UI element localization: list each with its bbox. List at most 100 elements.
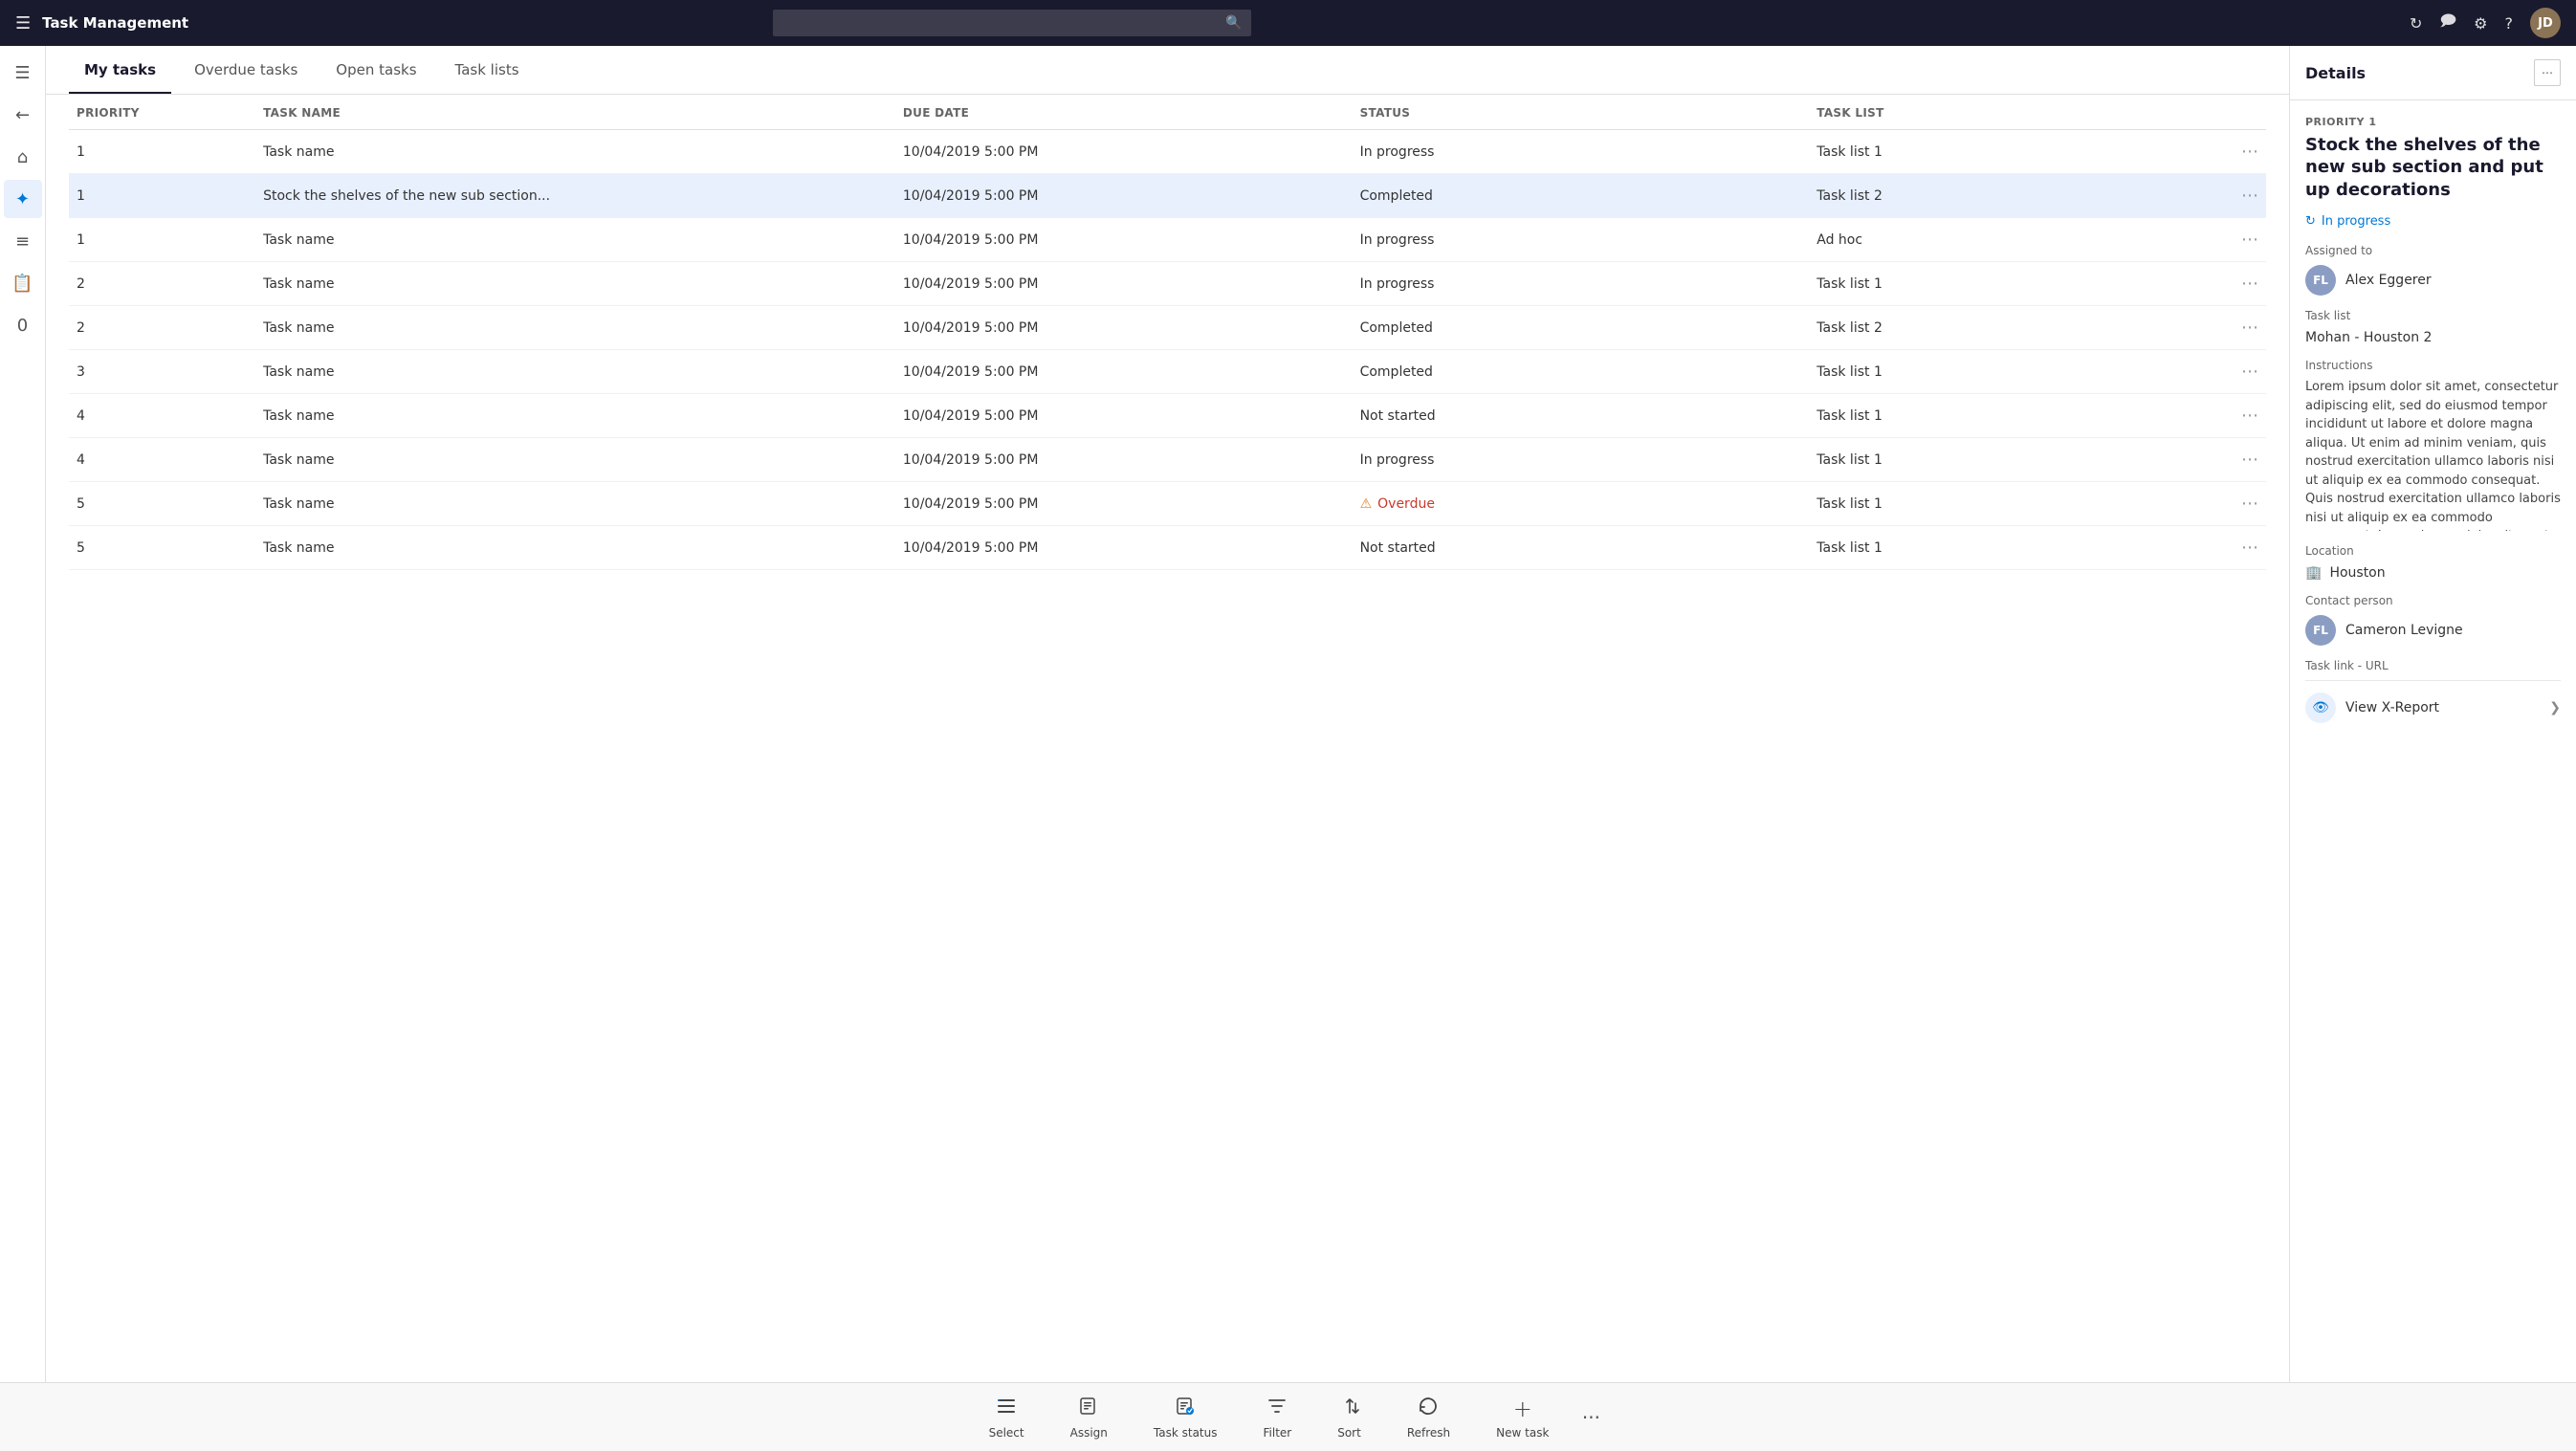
row-task-name: Task name bbox=[255, 306, 895, 350]
row-task-name: Task name bbox=[255, 526, 895, 570]
sidebar-item-list[interactable]: ≡ bbox=[4, 222, 42, 260]
table-wrapper: PRIORITY TASK NAME DUE DATE STATUS TASK … bbox=[46, 95, 2289, 1382]
search-bar: 🔍 bbox=[773, 10, 1251, 36]
row-priority: 1 bbox=[69, 130, 255, 174]
row-menu-button[interactable]: ⋯ bbox=[2241, 494, 2258, 514]
sidebar-item-tasks[interactable]: ✦ bbox=[4, 180, 42, 218]
refresh-label: Refresh bbox=[1407, 1426, 1450, 1440]
row-menu-cell: ⋯ bbox=[2174, 262, 2266, 306]
details-location-value: Houston bbox=[2329, 565, 2385, 581]
topbar: ☰ Task Management 🔍 ↻ 🗩 ⚙ ? JD bbox=[0, 0, 2576, 46]
row-task-list: Task list 2 bbox=[1809, 174, 2174, 218]
details-status-text: In progress bbox=[2322, 214, 2390, 229]
row-status: Completed bbox=[1353, 306, 1810, 350]
row-menu-button[interactable]: ⋯ bbox=[2241, 186, 2258, 206]
new-task-label: New task bbox=[1496, 1426, 1549, 1440]
sidebar-item-home[interactable]: ⌂ bbox=[4, 138, 42, 176]
row-status: ⚠Overdue bbox=[1353, 482, 1810, 526]
main-layout: ☰ ← ⌂ ✦ ≡ 📋 0 My tasks Overdue tasks Ope… bbox=[0, 46, 2576, 1382]
filter-icon bbox=[1266, 1396, 1288, 1422]
toolbar-sort-button[interactable]: Sort bbox=[1314, 1390, 1384, 1445]
row-menu-button[interactable]: ⋯ bbox=[2241, 230, 2258, 250]
row-priority: 4 bbox=[69, 438, 255, 482]
refresh-icon[interactable]: ↻ bbox=[2410, 14, 2422, 33]
toolbar-refresh-button[interactable]: Refresh bbox=[1384, 1390, 1473, 1445]
assignee-name: Alex Eggerer bbox=[2345, 273, 2432, 288]
hamburger-icon[interactable]: ☰ bbox=[15, 13, 31, 33]
row-due-date: 10/04/2019 5:00 PM bbox=[895, 130, 1353, 174]
row-due-date: 10/04/2019 5:00 PM bbox=[895, 394, 1353, 438]
search-icon: 🔍 bbox=[1225, 15, 1242, 31]
row-priority: 5 bbox=[69, 526, 255, 570]
sidebar-item-back[interactable]: ← bbox=[4, 96, 42, 134]
row-menu-button[interactable]: ⋯ bbox=[2241, 274, 2258, 294]
row-menu-button[interactable]: ⋯ bbox=[2241, 450, 2258, 470]
task-status-label: Task status bbox=[1154, 1426, 1218, 1440]
details-collapse-button[interactable]: ⋯ bbox=[2534, 59, 2561, 86]
details-header: Details ⋯ bbox=[2290, 46, 2576, 100]
table-row[interactable]: 4 Task name 10/04/2019 5:00 PM In progre… bbox=[69, 438, 2266, 482]
table-row[interactable]: 1 Stock the shelves of the new sub secti… bbox=[69, 174, 2266, 218]
row-task-list: Task list 2 bbox=[1809, 306, 2174, 350]
help-icon[interactable]: ? bbox=[2504, 14, 2513, 33]
table-row[interactable]: 2 Task name 10/04/2019 5:00 PM In progre… bbox=[69, 262, 2266, 306]
toolbar-select-button[interactable]: Select bbox=[966, 1390, 1047, 1445]
row-task-list: Task list 1 bbox=[1809, 350, 2174, 394]
table-row[interactable]: 2 Task name 10/04/2019 5:00 PM Completed… bbox=[69, 306, 2266, 350]
report-label: View X-Report bbox=[2345, 700, 2439, 715]
badge-number: 0 bbox=[17, 316, 28, 336]
row-menu-button[interactable]: ⋯ bbox=[2241, 142, 2258, 162]
row-priority: 2 bbox=[69, 306, 255, 350]
tab-overdue-tasks[interactable]: Overdue tasks bbox=[179, 46, 313, 94]
toolbar-filter-button[interactable]: Filter bbox=[1241, 1390, 1315, 1445]
row-menu-button[interactable]: ⋯ bbox=[2241, 406, 2258, 426]
table-row[interactable]: 1 Task name 10/04/2019 5:00 PM In progre… bbox=[69, 218, 2266, 262]
chat-icon[interactable]: 🗩 bbox=[2439, 11, 2456, 36]
details-contact-label: Contact person bbox=[2305, 594, 2561, 607]
toolbar-more-button[interactable]: ··· bbox=[1572, 1396, 1610, 1439]
details-body: PRIORITY 1 Stock the shelves of the new … bbox=[2290, 100, 2576, 1382]
row-status: In progress bbox=[1353, 262, 1810, 306]
settings-icon[interactable]: ⚙ bbox=[2474, 14, 2487, 33]
assign-label: Assign bbox=[1070, 1426, 1108, 1440]
row-task-name: Stock the shelves of the new sub section… bbox=[255, 174, 895, 218]
row-due-date: 10/04/2019 5:00 PM bbox=[895, 306, 1353, 350]
avatar[interactable]: JD bbox=[2530, 8, 2561, 38]
filter-label: Filter bbox=[1264, 1426, 1292, 1440]
table-row[interactable]: 3 Task name 10/04/2019 5:00 PM Completed… bbox=[69, 350, 2266, 394]
row-menu-button[interactable]: ⋯ bbox=[2241, 538, 2258, 558]
details-instructions-text: Lorem ipsum dolor sit amet, consectetur … bbox=[2305, 378, 2561, 531]
contact-name: Cameron Levigne bbox=[2345, 623, 2463, 638]
toolbar-task-status-button[interactable]: Task status bbox=[1131, 1390, 1241, 1445]
toolbar-new-task-button[interactable]: + New task bbox=[1473, 1390, 1572, 1445]
sidebar-item-badge[interactable]: 0 bbox=[4, 306, 42, 344]
table-row[interactable]: 5 Task name 10/04/2019 5:00 PM ⚠Overdue … bbox=[69, 482, 2266, 526]
toolbar-assign-button[interactable]: Assign bbox=[1047, 1390, 1131, 1445]
row-menu-cell: ⋯ bbox=[2174, 218, 2266, 262]
row-menu-cell: ⋯ bbox=[2174, 174, 2266, 218]
details-panel: Details ⋯ PRIORITY 1 Stock the shelves o… bbox=[2289, 46, 2576, 1382]
sidebar-item-hamburger[interactable]: ☰ bbox=[4, 54, 42, 92]
col-header-status: STATUS bbox=[1353, 95, 1810, 130]
tab-task-lists[interactable]: Task lists bbox=[440, 46, 535, 94]
row-status: In progress bbox=[1353, 218, 1810, 262]
new-task-icon: + bbox=[1513, 1396, 1532, 1422]
row-menu-button[interactable]: ⋯ bbox=[2241, 318, 2258, 338]
table-row[interactable]: 1 Task name 10/04/2019 5:00 PM In progre… bbox=[69, 130, 2266, 174]
tabs-bar: My tasks Overdue tasks Open tasks Task l… bbox=[46, 46, 2289, 95]
row-task-name: Task name bbox=[255, 218, 895, 262]
sidebar-item-clipboard[interactable]: 📋 bbox=[4, 264, 42, 302]
search-input[interactable] bbox=[773, 10, 1251, 36]
row-menu-button[interactable]: ⋯ bbox=[2241, 362, 2258, 382]
bottom-toolbar: Select Assign Task status bbox=[0, 1382, 2576, 1451]
tab-my-tasks[interactable]: My tasks bbox=[69, 46, 171, 94]
row-task-list: Ad hoc bbox=[1809, 218, 2174, 262]
table-row[interactable]: 5 Task name 10/04/2019 5:00 PM Not start… bbox=[69, 526, 2266, 570]
details-task-title: Stock the shelves of the new sub section… bbox=[2305, 134, 2561, 201]
col-header-taskname: TASK NAME bbox=[255, 95, 895, 130]
details-task-link-label: Task link - URL bbox=[2305, 659, 2561, 672]
tab-open-tasks[interactable]: Open tasks bbox=[320, 46, 431, 94]
view-report-button[interactable]: 👁 View X-Report ❯ bbox=[2305, 680, 2561, 735]
row-status: Completed bbox=[1353, 350, 1810, 394]
table-row[interactable]: 4 Task name 10/04/2019 5:00 PM Not start… bbox=[69, 394, 2266, 438]
